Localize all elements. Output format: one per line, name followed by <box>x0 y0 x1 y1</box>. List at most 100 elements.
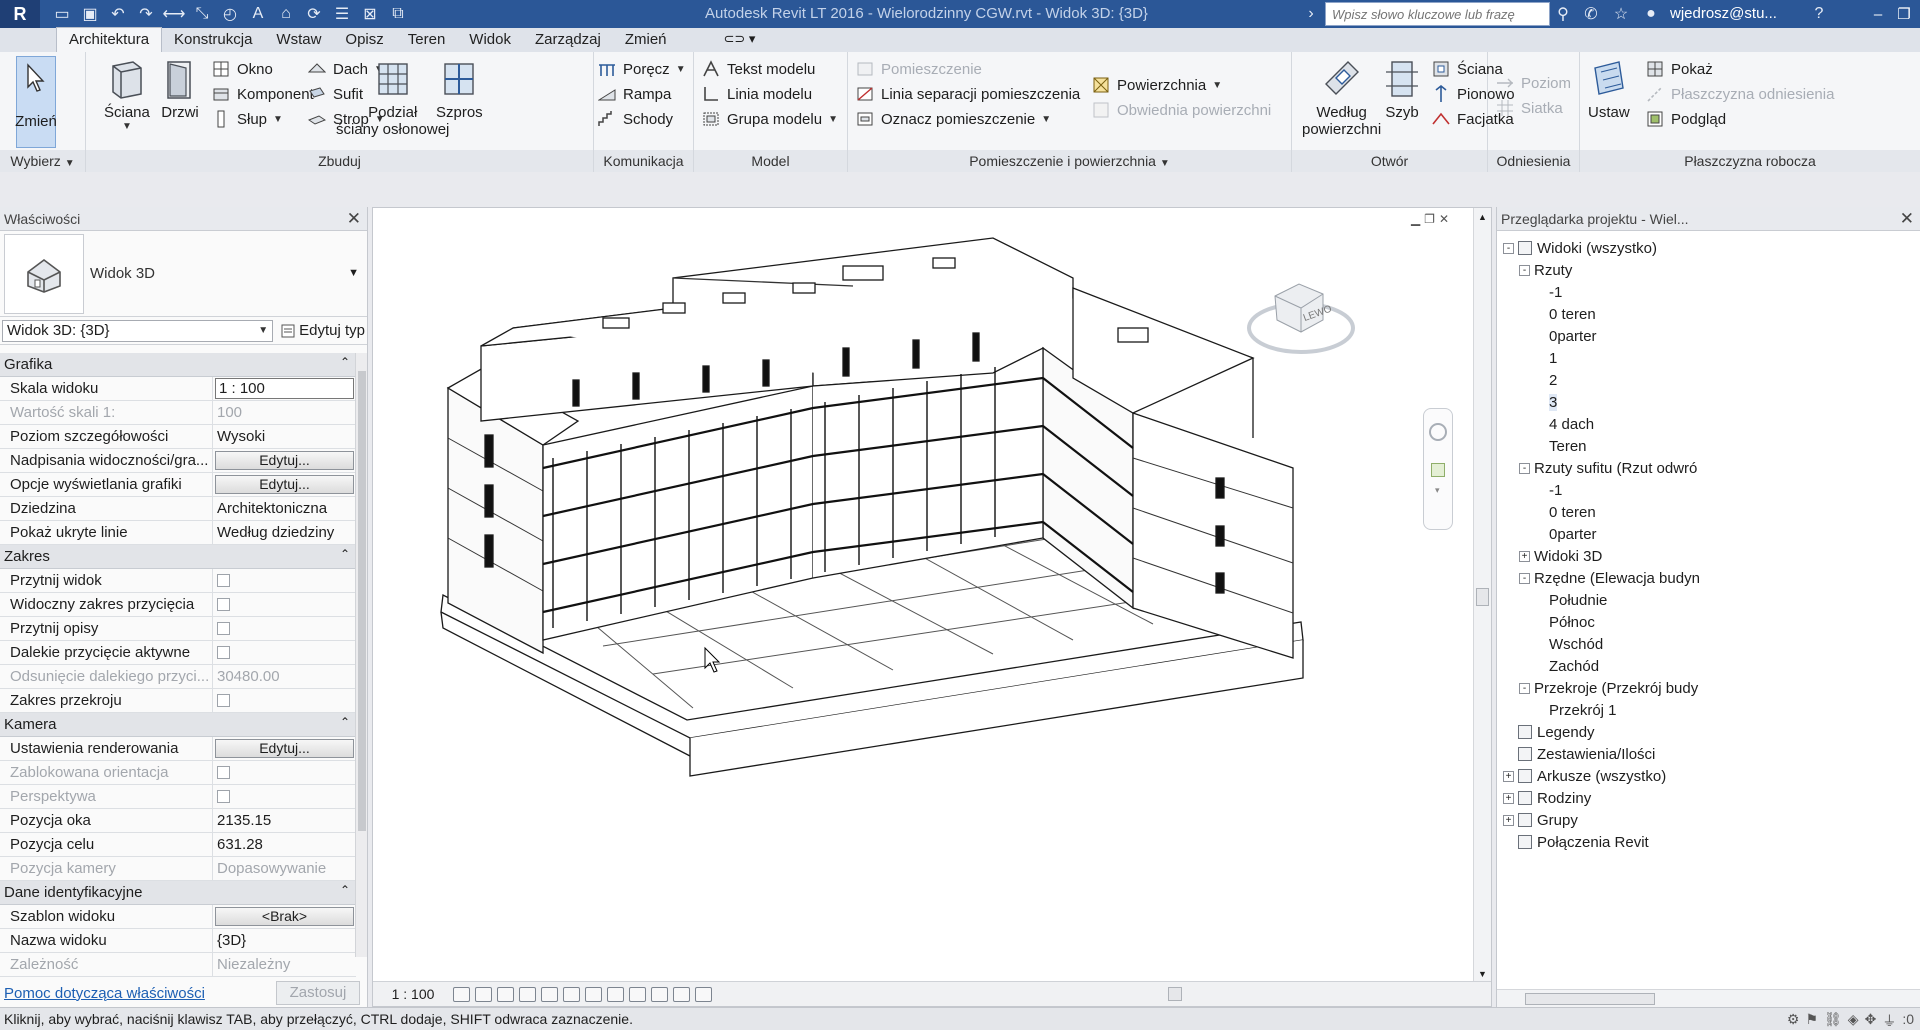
view-scale[interactable]: 1 : 100 <box>373 986 453 1002</box>
redo-icon[interactable]: ↷ <box>135 3 157 25</box>
worksets-icon[interactable]: ⚙ <box>1787 1011 1800 1030</box>
browser-tree-node[interactable]: Przekrój 1 <box>1497 699 1920 721</box>
curtain-grid-button[interactable]: Szpros <box>436 58 483 121</box>
highlight-icon[interactable] <box>695 986 712 1002</box>
browser-tree-node[interactable]: + Grupy <box>1497 809 1920 831</box>
room-separator-button[interactable]: Linia separacji pomieszczenia <box>856 83 1080 105</box>
room-area-group-dropdown[interactable]: Pomieszczenie i powierzchnia ▼ <box>848 150 1291 172</box>
property-value[interactable]: Edytuj... <box>213 449 356 472</box>
browser-tree-node[interactable]: - Przekroje (Przekrój budy <box>1497 677 1920 699</box>
collapse-icon[interactable]: - <box>1503 242 1514 254</box>
browser-tree-node[interactable]: 2 <box>1497 369 1920 391</box>
model-text-button[interactable]: Tekst modelu <box>702 58 815 80</box>
browser-tree-node[interactable]: 0parter <box>1497 523 1920 545</box>
3d-viewport[interactable]: ▁ ❐ ✕ LEWO ▾ ▲ ▼ 1: 100 <box>372 207 1492 1007</box>
property-value[interactable] <box>213 569 356 592</box>
expand-icon[interactable]: + <box>1503 770 1514 782</box>
tab-zmien[interactable]: Zmień <box>613 28 679 52</box>
select-pinned-icon[interactable]: ✥ <box>1865 1011 1877 1030</box>
browser-tree-node[interactable]: Zachód <box>1497 655 1920 677</box>
collapse-icon[interactable]: - <box>1519 682 1530 694</box>
area-button[interactable]: Powierzchnia ▼ <box>1092 74 1222 96</box>
viewport-horizontal-scrollbar[interactable] <box>748 987 1469 1001</box>
browser-horizontal-scrollbar[interactable] <box>1497 989 1920 1007</box>
property-value[interactable]: Według dziedziny <box>213 521 356 544</box>
save-icon[interactable]: ▣ <box>79 3 101 25</box>
property-value[interactable]: 2135.15 <box>213 809 356 832</box>
level-button[interactable]: Poziom <box>1496 72 1571 94</box>
checkbox[interactable] <box>217 598 230 611</box>
scroll-down-icon[interactable]: ▼ <box>1478 969 1487 979</box>
scrollbar-thumb[interactable] <box>1168 987 1182 1001</box>
scrollbar-thumb[interactable] <box>358 371 366 831</box>
text-icon[interactable]: A <box>247 3 269 25</box>
checkbox[interactable] <box>217 574 230 587</box>
viewer-button[interactable]: Podgląd <box>1646 108 1726 130</box>
chevron-down-icon[interactable]: ▼ <box>348 267 359 279</box>
viewcube[interactable]: LEWO <box>1245 270 1357 360</box>
crop-icon[interactable] <box>563 986 580 1002</box>
edit-button[interactable]: Edytuj... <box>215 451 354 470</box>
tab-wstaw[interactable]: Wstaw <box>264 28 333 52</box>
model-group-button[interactable]: Grupa modelu ▼ <box>702 108 838 130</box>
browser-tree-node[interactable]: + Rodziny <box>1497 787 1920 809</box>
set-work-plane-button[interactable]: Ustaw <box>1588 58 1630 121</box>
temp-hide-icon[interactable] <box>629 986 646 1002</box>
curtain-system-button[interactable]: Podział ściany osłonowej <box>336 58 449 138</box>
view-instance-select[interactable]: Widok 3D: {3D} ▼ <box>2 319 274 342</box>
scroll-up-icon[interactable]: ▲ <box>1478 212 1487 222</box>
browser-tree-node[interactable]: Południe <box>1497 589 1920 611</box>
tag-icon[interactable]: ◴ <box>219 3 241 25</box>
tab-zarzadzaj[interactable]: Zarządzaj <box>523 28 613 52</box>
stair-button[interactable]: Schody <box>598 108 673 130</box>
zoom-icon[interactable] <box>1431 463 1445 477</box>
favorites-star-icon[interactable]: ☆ <box>1610 3 1632 25</box>
browser-tree-node[interactable]: Wschód <box>1497 633 1920 655</box>
property-section[interactable]: Zakres ⌃ <box>0 545 356 569</box>
checkbox[interactable] <box>217 646 230 659</box>
user-icon[interactable]: ● <box>1640 3 1662 25</box>
property-value[interactable] <box>213 617 356 640</box>
browser-tree-node[interactable]: - Rzuty <box>1497 259 1920 281</box>
grid-button[interactable]: Siatka <box>1496 97 1563 119</box>
unlock-view-icon[interactable] <box>607 986 624 1002</box>
browser-tree-node[interactable]: -1 <box>1497 479 1920 501</box>
select-dropdown[interactable]: Wybierz ▼ <box>0 150 85 172</box>
tab-opisz[interactable]: Opisz <box>333 28 395 52</box>
thin-lines-icon[interactable]: ☰ <box>331 3 353 25</box>
reveal-hidden-icon[interactable] <box>651 986 668 1002</box>
browser-tree-node[interactable]: - Rzuty sufitu (Rzut odwró <box>1497 457 1920 479</box>
browser-tree-node[interactable]: -1 <box>1497 281 1920 303</box>
railing-button[interactable]: Poręcz ▼ <box>598 58 686 80</box>
collapse-icon[interactable]: ⌃ <box>340 547 350 561</box>
collapse-icon[interactable]: ⌃ <box>340 883 350 897</box>
edit-type-button[interactable]: Edytuj typ <box>281 322 365 339</box>
property-value[interactable]: {3D} <box>213 929 356 952</box>
search-input[interactable] <box>1325 2 1550 26</box>
checkbox[interactable] <box>217 622 230 635</box>
property-section[interactable]: Grafika ⌃ <box>0 353 356 377</box>
edit-button[interactable]: Edytuj... <box>215 475 354 494</box>
search-arrow-icon[interactable]: › <box>1300 3 1322 25</box>
minimize-button[interactable]: – <box>1866 3 1890 25</box>
detail-level-icon[interactable] <box>453 986 470 1002</box>
steering-wheel-icon[interactable] <box>1429 423 1447 441</box>
ref-plane-button[interactable]: Płaszczyzna odniesienia <box>1646 83 1834 105</box>
collapse-icon[interactable]: - <box>1519 572 1530 584</box>
property-value[interactable] <box>213 689 356 712</box>
window-button[interactable]: Okno <box>212 58 273 80</box>
property-value[interactable]: <Brak> <box>213 905 356 928</box>
visual-style-icon[interactable] <box>475 986 492 1002</box>
switch-windows-icon[interactable]: ⧉ <box>387 3 409 25</box>
analytical-icon[interactable] <box>673 986 690 1002</box>
collapse-icon[interactable]: - <box>1519 264 1530 276</box>
property-value[interactable]: Edytuj... <box>213 473 356 496</box>
edit-button[interactable]: Edytuj... <box>215 739 354 758</box>
type-selector[interactable]: Widok 3D ▼ <box>0 231 367 317</box>
property-section[interactable]: Dane identyfikacyjne ⌃ <box>0 881 356 905</box>
show-work-plane-button[interactable]: Pokaż <box>1646 58 1713 80</box>
render-icon[interactable] <box>541 986 558 1002</box>
property-value[interactable] <box>213 641 356 664</box>
close-hidden-icon[interactable]: ⊠ <box>359 3 381 25</box>
property-value[interactable]: 631.28 <box>213 833 356 856</box>
